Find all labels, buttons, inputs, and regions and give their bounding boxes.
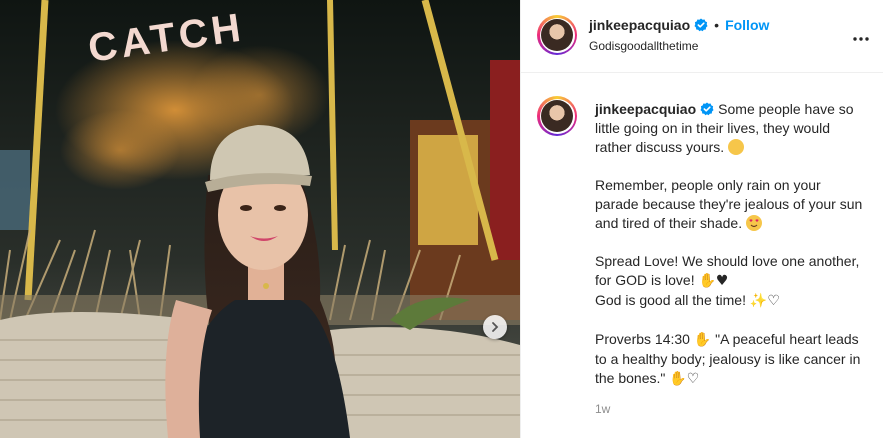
caption-author-avatar[interactable] — [537, 96, 577, 136]
follow-button[interactable]: Follow — [725, 17, 769, 33]
next-photo-button[interactable] — [483, 315, 507, 339]
verified-badge-icon — [700, 102, 714, 116]
post-photo[interactable]: CATCH — [0, 0, 520, 438]
heart-eyes-emoji-icon — [746, 215, 762, 231]
more-options-icon[interactable] — [853, 28, 869, 46]
caption-paragraph-3b: God is good all the time! — [595, 292, 746, 308]
white-heart-icon: ♡ — [686, 371, 700, 387]
praying-hands-emoji-icon: ✋ — [698, 273, 716, 289]
author-username[interactable]: jinkeepacquiao — [589, 17, 690, 33]
praying-hands-emoji-icon: ✋ — [693, 332, 712, 348]
white-heart-icon: ♡ — [767, 293, 780, 309]
photo-illustration: CATCH — [0, 0, 520, 438]
post-header: jinkeepacquiao • Follow Godisgoodallthet… — [521, 0, 883, 73]
caption-paragraph-2: Remember, people only rain on your parad… — [595, 177, 863, 231]
grinning-sweat-emoji-icon — [728, 139, 745, 155]
post-subtitle: Godisgoodallthetime — [589, 39, 699, 53]
caption-username[interactable]: jinkeepacquiao — [595, 101, 696, 117]
instagram-post: CATCH jinkeepacquiao • Follow Godisgooda… — [0, 0, 883, 438]
sparkles-emoji-icon: ✨ — [749, 293, 768, 309]
verified-badge-icon — [694, 18, 708, 32]
author-avatar[interactable] — [537, 15, 577, 55]
post-details-panel: jinkeepacquiao • Follow Godisgoodallthet… — [520, 0, 883, 438]
post-timestamp[interactable]: 1w — [595, 402, 610, 416]
chevron-right-icon — [492, 322, 499, 332]
caption-verse-reference: Proverbs 14:30 — [595, 331, 690, 347]
praying-hands-emoji-icon: ✋ — [669, 371, 687, 387]
caption-text: jinkeepacquiao Some people have so littl… — [595, 100, 865, 408]
heart-icon: ♥ — [715, 273, 729, 289]
separator-dot: • — [714, 17, 720, 33]
